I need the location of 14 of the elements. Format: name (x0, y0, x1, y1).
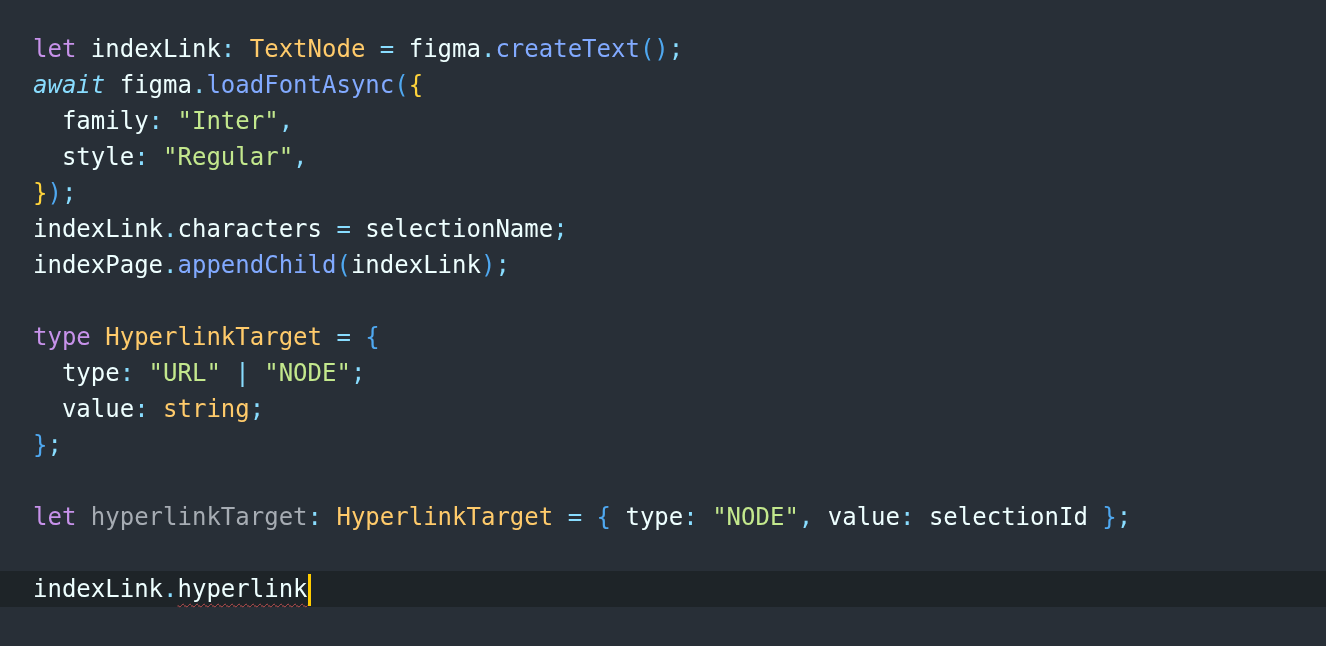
text-cursor (307, 574, 311, 606)
code-line: let indexLink: TextNode = figma.createText(); (33, 34, 684, 65)
code-line: }; (33, 430, 62, 461)
code-line: value: string; (60, 394, 265, 425)
code-line: indexLink.hyperlink (33, 574, 308, 605)
code-line: indexPage.appendChild(indexLink); (33, 250, 510, 281)
code-line: let hyperlinkTarget: HyperlinkTarget = { type: "NODE", value: selectionId }; (33, 502, 1132, 533)
code-line: type: "URL" | "NODE"; (60, 358, 366, 389)
code-line: type HyperlinkTarget = { (33, 322, 380, 353)
code-line: await figma.loadFontAsync({ (33, 70, 424, 101)
code-line: style: "Regular", (60, 142, 308, 173)
code-line: indexLink.characters = selectionName; (33, 214, 568, 245)
code-line: }); (33, 178, 77, 209)
code-line: family: "Inter", (60, 106, 294, 137)
